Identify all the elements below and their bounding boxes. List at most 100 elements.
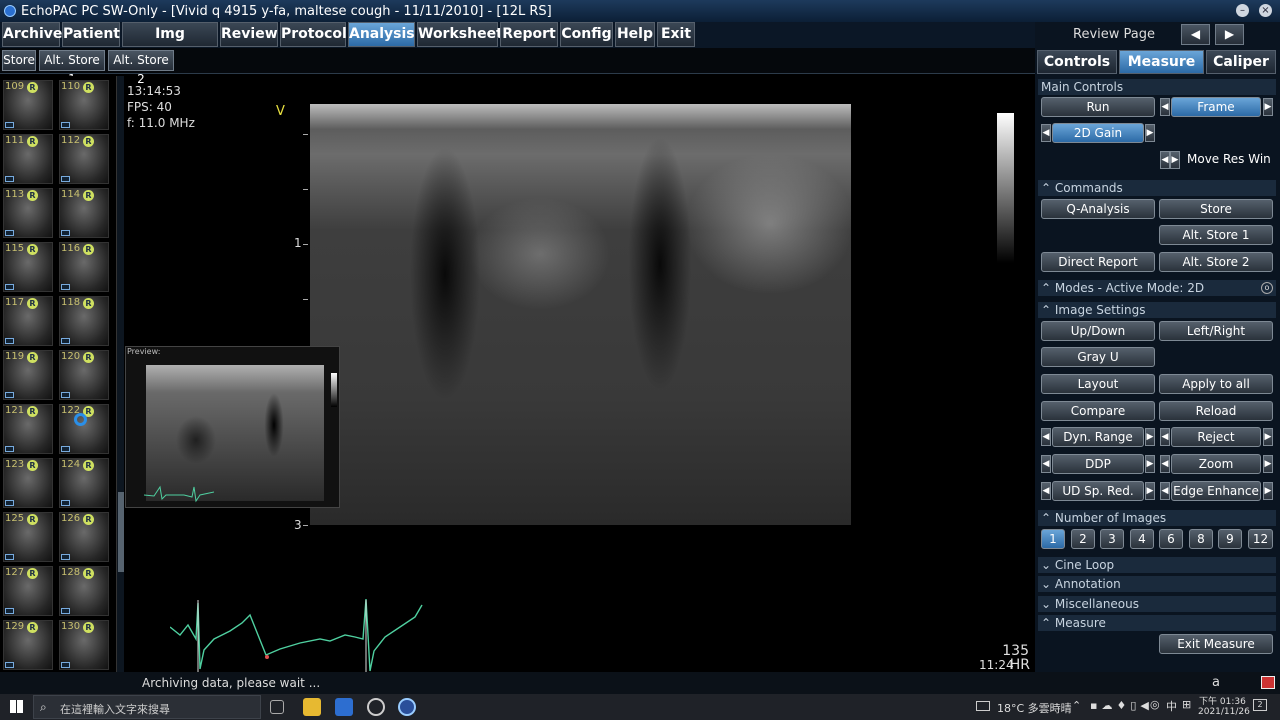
section-miscellaneous[interactable]: ⌄ Miscellaneous bbox=[1038, 596, 1276, 612]
ddp-right-arrow[interactable]: ▶ bbox=[1145, 455, 1155, 473]
q-analysis-button[interactable]: Q-Analysis bbox=[1041, 199, 1155, 219]
section-cine-loop[interactable]: ⌄ Cine Loop bbox=[1038, 557, 1276, 573]
store-button[interactable]: Store bbox=[2, 50, 36, 71]
thumbnail[interactable]: 116 R bbox=[59, 242, 109, 292]
modes-settings-icon[interactable]: o bbox=[1261, 282, 1273, 294]
notification-icon[interactable]: 2 bbox=[1253, 699, 1267, 711]
move-res-right-arrow[interactable]: ▶ bbox=[1170, 151, 1180, 169]
edge-enhance-control[interactable]: Edge Enhance bbox=[1171, 481, 1261, 501]
file-explorer-icon[interactable] bbox=[303, 698, 321, 716]
thumbnail[interactable]: 110 R bbox=[59, 80, 109, 130]
ud-sp-red-right-arrow[interactable]: ▶ bbox=[1145, 482, 1155, 500]
menu-archive[interactable]: Archive bbox=[2, 22, 62, 47]
frame-control[interactable]: Frame bbox=[1171, 97, 1261, 117]
menu-patient[interactable]: Patient bbox=[62, 22, 120, 47]
store-command-button[interactable]: Store bbox=[1159, 199, 1273, 219]
menu-img-browser[interactable]: Img Browser bbox=[122, 22, 218, 65]
zoom-right-arrow[interactable]: ▶ bbox=[1263, 455, 1273, 473]
alt-store-1-button[interactable]: Alt. Store 1 bbox=[39, 50, 105, 86]
dyn-range-right-arrow[interactable]: ▶ bbox=[1145, 428, 1155, 446]
images-8-button[interactable]: 8 bbox=[1189, 529, 1213, 549]
gray-u-button[interactable]: Gray U bbox=[1041, 347, 1155, 367]
menu-analysis[interactable]: Analysis bbox=[348, 22, 415, 47]
thumbnail[interactable]: 111 R bbox=[3, 134, 53, 184]
2d-gain-control[interactable]: 2D Gain bbox=[1052, 123, 1144, 143]
thumbnail[interactable]: 109 R bbox=[3, 80, 53, 130]
thumbnail[interactable]: 129 R bbox=[3, 620, 53, 670]
language-icon[interactable]: 中 bbox=[1166, 698, 1177, 714]
thumbnail[interactable]: 113 R bbox=[3, 188, 53, 238]
zoom-control[interactable]: Zoom bbox=[1171, 454, 1261, 474]
thumbnail[interactable]: 126 R bbox=[59, 512, 109, 562]
tab-caliper[interactable]: Caliper bbox=[1206, 50, 1276, 74]
thumbnail[interactable]: 117 R bbox=[3, 296, 53, 346]
gain-decrease-arrow[interactable]: ◀ bbox=[1041, 124, 1051, 142]
alt-store-1-command-button[interactable]: Alt. Store 1 bbox=[1159, 225, 1273, 245]
preview-window[interactable]: Preview: bbox=[125, 346, 340, 508]
thumbnail[interactable]: 124 R bbox=[59, 458, 109, 508]
images-1-button[interactable]: 1 bbox=[1041, 529, 1065, 549]
ud-sp-red-left-arrow[interactable]: ◀ bbox=[1041, 482, 1051, 500]
menu-report[interactable]: Report bbox=[500, 22, 558, 47]
section-measure[interactable]: ⌃ Measure bbox=[1038, 615, 1276, 631]
taskbar-search-input[interactable]: ⌕ 在這裡輸入文字來搜尋 bbox=[33, 695, 261, 719]
menu-review[interactable]: Review bbox=[220, 22, 278, 47]
section-image-settings[interactable]: ⌃ Image Settings bbox=[1038, 302, 1276, 318]
compare-button[interactable]: Compare bbox=[1041, 401, 1155, 421]
ud-sp-red-control[interactable]: UD Sp. Red. bbox=[1052, 481, 1144, 501]
thumbnail[interactable]: 115 R bbox=[3, 242, 53, 292]
left-right-button[interactable]: Left/Right bbox=[1159, 321, 1273, 341]
thumbnail[interactable]: 123 R bbox=[3, 458, 53, 508]
review-prev-button[interactable]: ◀ bbox=[1181, 24, 1210, 45]
images-2-button[interactable]: 2 bbox=[1071, 529, 1095, 549]
section-commands[interactable]: ⌃ Commands bbox=[1038, 180, 1276, 196]
layout-button[interactable]: Layout bbox=[1041, 374, 1155, 394]
section-number-of-images[interactable]: ⌃ Number of Images bbox=[1038, 510, 1276, 526]
thumbnail[interactable]: 127 R bbox=[3, 566, 53, 616]
tab-measure[interactable]: Measure bbox=[1119, 50, 1204, 74]
move-res-left-arrow[interactable]: ◀ bbox=[1160, 151, 1170, 169]
system-tray-icons[interactable]: ▪☁♦▯◀ bbox=[1090, 699, 1153, 712]
menu-worksheet[interactable]: Worksheet bbox=[417, 22, 503, 47]
images-4-button[interactable]: 4 bbox=[1130, 529, 1154, 549]
thumbnail[interactable]: 119 R bbox=[3, 350, 53, 400]
ddp-left-arrow[interactable]: ◀ bbox=[1041, 455, 1051, 473]
dyn-range-control[interactable]: Dyn. Range bbox=[1052, 427, 1144, 447]
thumbnail[interactable]: 120 R bbox=[59, 350, 109, 400]
ultrasound-image[interactable] bbox=[310, 104, 851, 525]
edge-enhance-left-arrow[interactable]: ◀ bbox=[1160, 482, 1170, 500]
images-9-button[interactable]: 9 bbox=[1218, 529, 1242, 549]
close-icon[interactable]: × bbox=[1259, 4, 1272, 17]
scrollbar-thumb[interactable] bbox=[118, 492, 124, 572]
ddp-control[interactable]: DDP bbox=[1052, 454, 1144, 474]
apply-to-all-button[interactable]: Apply to all bbox=[1159, 374, 1273, 394]
images-6-button[interactable]: 6 bbox=[1159, 529, 1183, 549]
menu-exit[interactable]: Exit bbox=[657, 22, 695, 47]
up-down-button[interactable]: Up/Down bbox=[1041, 321, 1155, 341]
app-icon[interactable] bbox=[367, 698, 385, 716]
store-app-icon[interactable] bbox=[335, 698, 353, 716]
thumbnail[interactable]: 125 R bbox=[3, 512, 53, 562]
echopac-taskbar-icon[interactable] bbox=[398, 698, 416, 716]
reject-right-arrow[interactable]: ▶ bbox=[1263, 428, 1273, 446]
gain-increase-arrow[interactable]: ▶ bbox=[1145, 124, 1155, 142]
direct-report-button[interactable]: Direct Report bbox=[1041, 252, 1155, 272]
thumbnail-scrollbar[interactable] bbox=[116, 76, 124, 672]
windows-start-icon[interactable] bbox=[10, 700, 23, 713]
task-view-icon[interactable] bbox=[270, 700, 284, 714]
thumbnail[interactable]: 121 R bbox=[3, 404, 53, 454]
section-modes[interactable]: ⌃ Modes - Active Mode: 2D bbox=[1038, 280, 1276, 296]
menu-config[interactable]: Config bbox=[560, 22, 613, 47]
thumbnail[interactable]: 122 R bbox=[59, 404, 109, 454]
globe-icon[interactable]: ◎ bbox=[1150, 698, 1160, 711]
zoom-left-arrow[interactable]: ◀ bbox=[1160, 455, 1170, 473]
thumbnail[interactable]: 128 R bbox=[59, 566, 109, 616]
menu-help[interactable]: Help bbox=[615, 22, 655, 47]
alt-store-2-command-button[interactable]: Alt. Store 2 bbox=[1159, 252, 1273, 272]
reload-button[interactable]: Reload bbox=[1159, 401, 1273, 421]
frame-next-arrow[interactable]: ▶ bbox=[1263, 98, 1273, 116]
thumbnail[interactable]: 114 R bbox=[59, 188, 109, 238]
menu-protocol[interactable]: Protocol bbox=[280, 22, 347, 47]
minimize-icon[interactable]: – bbox=[1236, 4, 1249, 17]
thumbnail[interactable]: 130 R bbox=[59, 620, 109, 670]
